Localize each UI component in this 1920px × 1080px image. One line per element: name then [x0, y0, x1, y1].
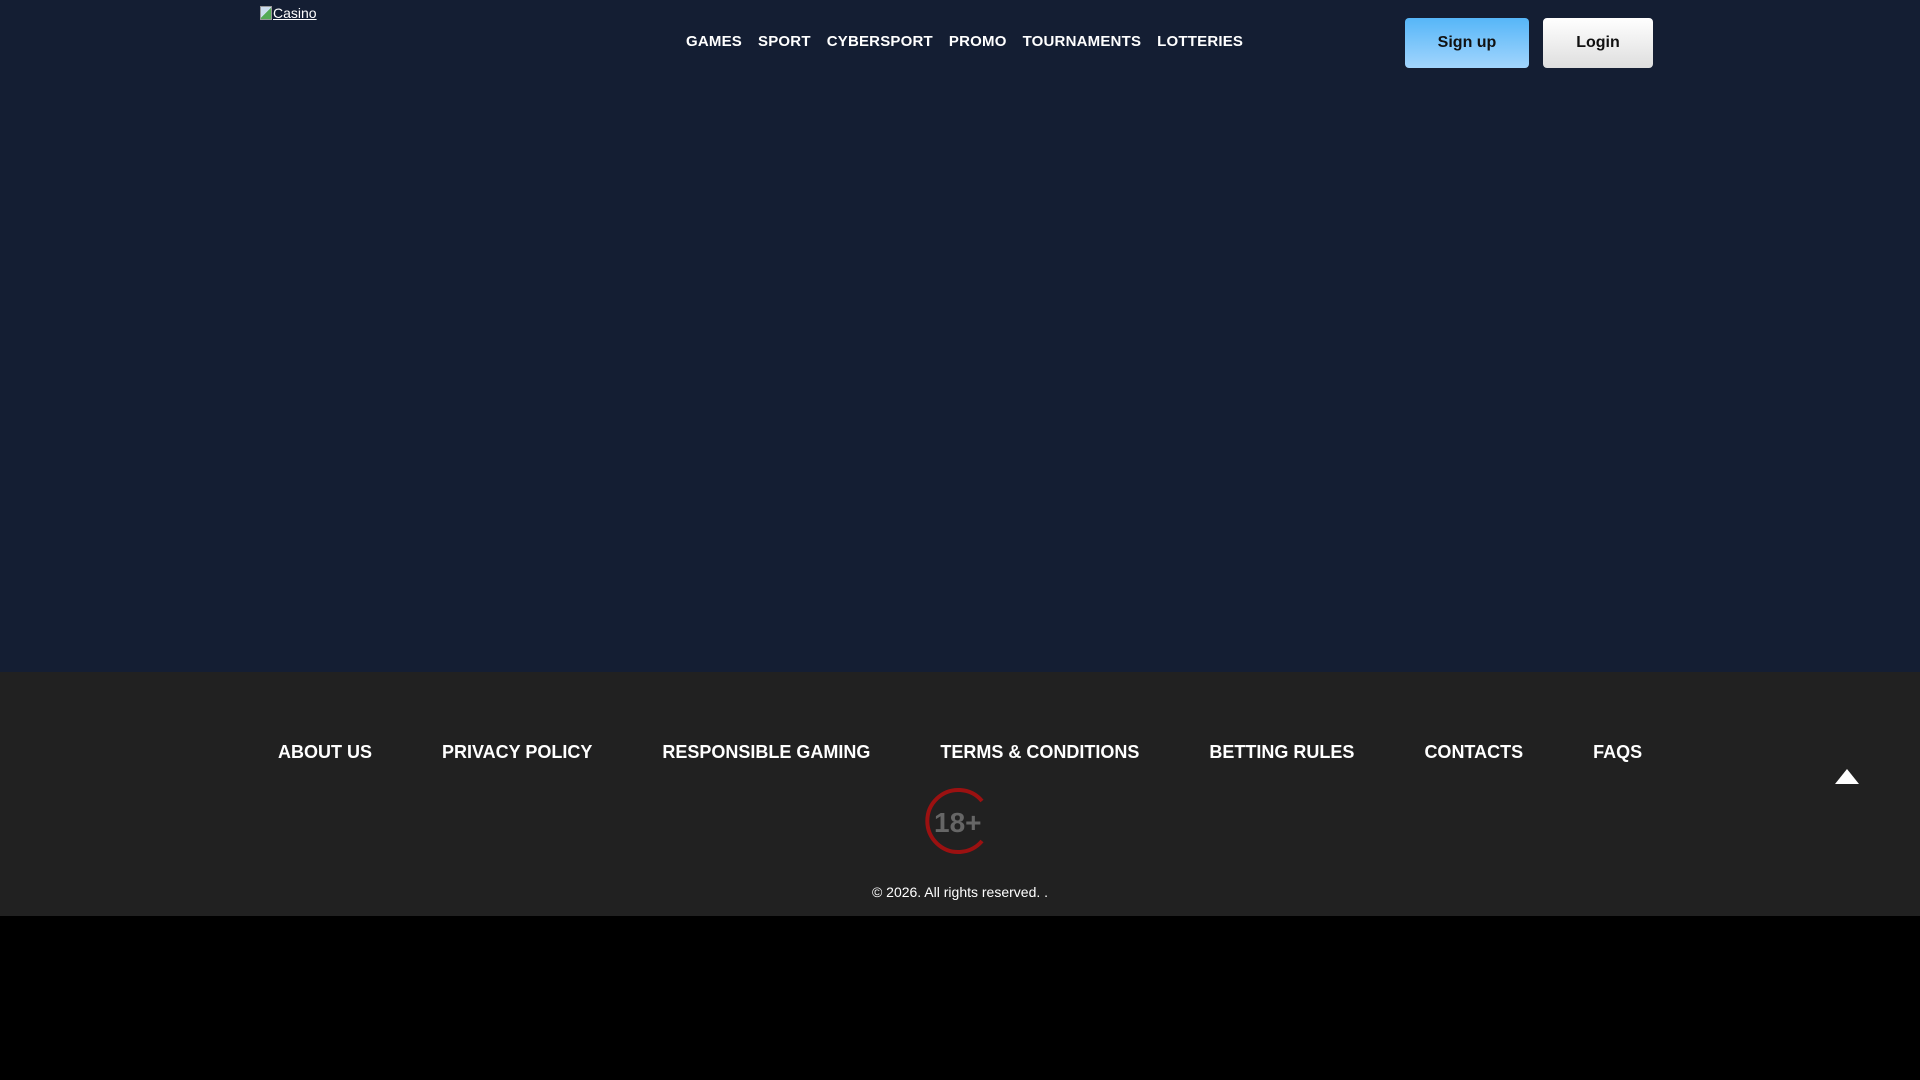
- broken-image-icon: [260, 6, 272, 20]
- nav-tournaments[interactable]: TOURNAMENTS: [1023, 33, 1142, 50]
- nav-cybersport[interactable]: CYBERSPORT: [827, 33, 933, 50]
- footer-contacts[interactable]: CONTACTS: [1424, 742, 1523, 763]
- main-area: Casino GAMES SPORT CYBERSPORT PROMO TOUR…: [0, 0, 1920, 672]
- nav-games[interactable]: GAMES: [686, 33, 742, 50]
- footer-faqs[interactable]: FAQS: [1593, 742, 1642, 763]
- nav-lotteries[interactable]: LOTTERIES: [1157, 33, 1243, 50]
- age-badge-text: 18+: [934, 807, 982, 838]
- footer-responsible-gaming[interactable]: RESPONSIBLE GAMING: [662, 742, 870, 763]
- logo-alt-text: Casino: [273, 5, 317, 21]
- signup-button[interactable]: Sign up: [1405, 18, 1529, 68]
- footer: ABOUT US PRIVACY POLICY RESPONSIBLE GAMI…: [0, 672, 1920, 916]
- footer-about-us[interactable]: ABOUT US: [278, 742, 372, 763]
- age-18-plus-icon: 18+: [925, 788, 984, 854]
- login-button[interactable]: Login: [1543, 18, 1653, 68]
- main-nav: GAMES SPORT CYBERSPORT PROMO TOURNAMENTS…: [686, 33, 1243, 50]
- footer-links: ABOUT US PRIVACY POLICY RESPONSIBLE GAMI…: [278, 742, 1642, 763]
- nav-promo[interactable]: PROMO: [949, 33, 1007, 50]
- footer-betting-rules[interactable]: BETTING RULES: [1209, 742, 1354, 763]
- footer-terms[interactable]: TERMS & CONDITIONS: [940, 742, 1139, 763]
- copyright: © 2026. All rights reserved. .: [871, 884, 1049, 900]
- scroll-to-top-icon[interactable]: [1835, 769, 1859, 784]
- footer-privacy-policy[interactable]: PRIVACY POLICY: [442, 742, 592, 763]
- casino-logo[interactable]: Casino: [260, 5, 317, 21]
- nav-sport[interactable]: SPORT: [758, 33, 811, 50]
